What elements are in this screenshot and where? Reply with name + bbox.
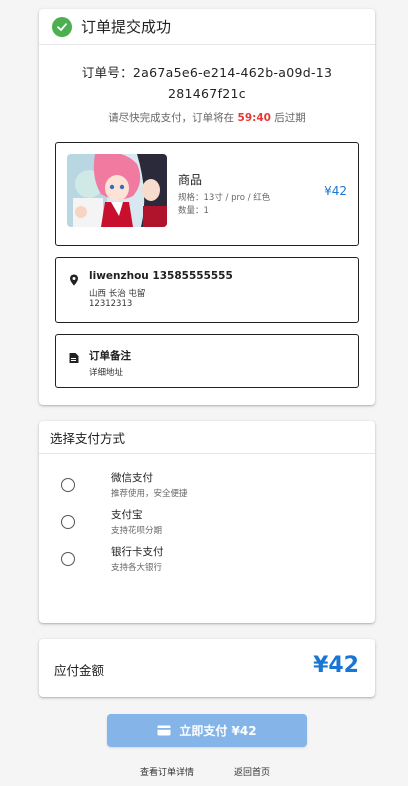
- payment-option-name: 银行卡支付: [111, 546, 164, 558]
- back-home-link[interactable]: 返回首页: [234, 765, 270, 778]
- countdown-timer: 59:40: [237, 112, 271, 124]
- radio-button[interactable]: [61, 478, 75, 492]
- amount-due-value: ¥42: [313, 653, 359, 678]
- payment-option-wechat[interactable]: 微信支付 推荐使用，安全便捷: [39, 469, 375, 503]
- product-thumbnail: [67, 154, 167, 227]
- deadline-prefix: 请尽快完成支付，订单将在: [108, 112, 238, 124]
- address-region: 山西 长治 屯留: [89, 289, 146, 299]
- product-name: 商品: [178, 173, 203, 187]
- product-box: 商品 规格：13寸 / pro / 红色 数量：1 ¥42: [55, 142, 359, 246]
- payment-method-card: 选择支付方式 微信支付 推荐使用，安全便捷 支付宝 支持花呗分期 银行卡支付 支…: [39, 421, 375, 623]
- location-pin-icon: [68, 271, 80, 286]
- pay-now-button[interactable]: 立即支付 ¥42: [107, 714, 307, 747]
- product-spec: 规格：13寸 / pro / 红色: [178, 193, 271, 203]
- note-icon: [68, 349, 80, 363]
- payment-option-desc: 支持各大银行: [111, 563, 163, 573]
- payment-option-desc: 支持花呗分期: [111, 526, 163, 536]
- amount-due-card: 应付金额 ¥42: [39, 639, 375, 697]
- radio-button[interactable]: [61, 515, 75, 529]
- address-name-phone: liwenzhou 13585555555: [89, 270, 233, 282]
- note-title: 订单备注: [89, 350, 131, 362]
- amount-due-label: 应付金额: [54, 663, 105, 678]
- product-price: ¥42: [324, 184, 347, 198]
- success-header: 订单提交成功: [39, 9, 375, 45]
- payment-option-bankcard[interactable]: 银行卡支付 支持各大银行: [39, 543, 375, 577]
- payment-option-desc: 推荐使用，安全便捷: [111, 489, 188, 499]
- order-number: 订单号：2a67a5e6-e214-462b-a09d-13281467f21c: [81, 65, 333, 101]
- credit-card-icon: [157, 725, 171, 736]
- order-note-box: 订单备注 详细地址: [55, 334, 359, 388]
- payment-option-alipay[interactable]: 支付宝 支持花呗分期: [39, 506, 375, 540]
- address-detail: 12312313: [89, 299, 133, 309]
- payment-method-title: 选择支付方式: [39, 421, 375, 454]
- product-quantity: 数量：1: [178, 206, 209, 216]
- radio-button[interactable]: [61, 552, 75, 566]
- check-circle-icon: [52, 16, 72, 37]
- payment-option-name: 支付宝: [111, 509, 143, 521]
- payment-deadline: 请尽快完成支付，订单将在 59:40 后过期: [39, 110, 375, 125]
- pay-now-label: 立即支付 ¥42: [179, 724, 257, 738]
- payment-option-name: 微信支付: [111, 472, 153, 484]
- note-text: 详细地址: [89, 368, 124, 378]
- view-order-details-link[interactable]: 查看订单详情: [140, 765, 194, 778]
- deadline-suffix: 后过期: [270, 112, 306, 124]
- success-title: 订单提交成功: [81, 18, 172, 36]
- address-box: liwenzhou 13585555555 山西 长治 屯留 12312313: [55, 257, 359, 323]
- order-success-card: 订单提交成功 订单号：2a67a5e6-e214-462b-a09d-13281…: [39, 9, 375, 405]
